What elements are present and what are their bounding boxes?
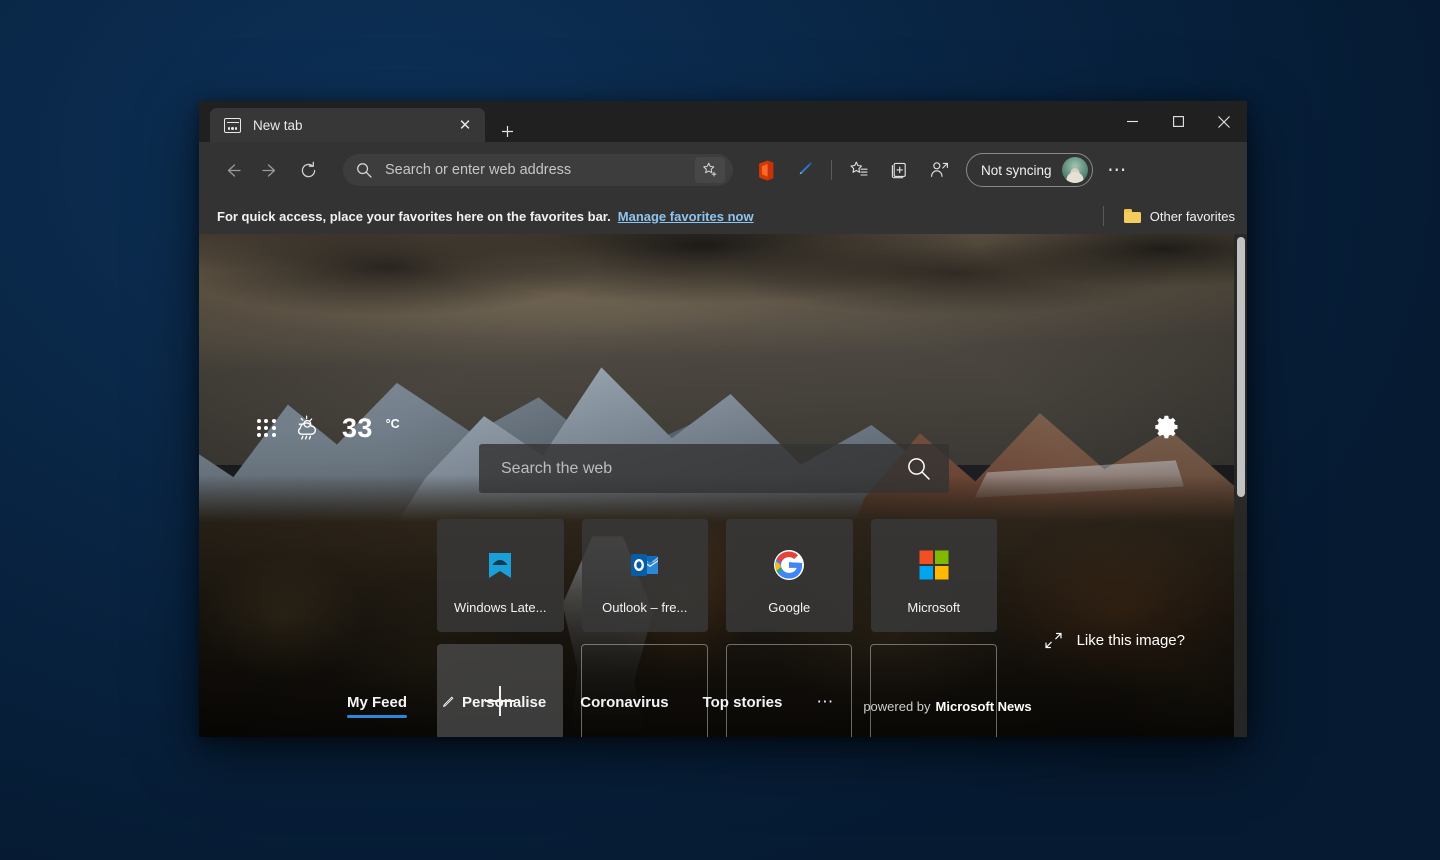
like-image-label: Like this image? (1077, 632, 1185, 649)
outlook-icon (628, 548, 662, 582)
search-icon (356, 162, 374, 178)
gear-icon[interactable] (1153, 413, 1181, 441)
feed-tab-label: My Feed (347, 694, 407, 711)
maximize-icon[interactable] (1155, 101, 1201, 142)
expand-diagonal-icon (1044, 631, 1063, 650)
powered-by-prefix: powered by (863, 699, 930, 714)
favorites-divider (1103, 206, 1104, 226)
shortcut-tile[interactable]: Outlook – fre... (582, 519, 709, 632)
feed-tab-my-feed[interactable]: My Feed (347, 694, 407, 718)
google-icon (772, 548, 806, 582)
tab-title: New tab (241, 118, 451, 133)
web-search-input[interactable]: Search the web (501, 460, 906, 478)
pencil-icon (441, 696, 454, 709)
title-bar: New tab ✕ (199, 101, 1247, 142)
feed-tab-label: Top stories (703, 694, 783, 711)
window-controls (1109, 101, 1247, 142)
shortcut-tile-label: Outlook – fre... (602, 600, 687, 615)
weather-widget[interactable]: 33 °C (257, 414, 400, 442)
shortcut-tile[interactable]: Microsoft (871, 519, 998, 632)
collections-icon[interactable] (882, 153, 916, 187)
pen-highlighter-icon[interactable] (787, 153, 821, 187)
shortcut-tile-label: Windows Late... (454, 600, 547, 615)
scrollbar-thumb[interactable] (1237, 237, 1245, 497)
web-search-box[interactable]: Search the web (479, 444, 949, 493)
other-favorites-button[interactable]: Other favorites (1118, 206, 1241, 227)
powered-by-brand: Microsoft News (936, 699, 1032, 714)
favorites-hint: For quick access, place your favorites h… (217, 209, 611, 224)
refresh-button[interactable] (289, 151, 327, 189)
address-bar[interactable]: Search or enter web address (343, 154, 733, 186)
favorites-star-list-icon[interactable] (842, 153, 876, 187)
browser-tab[interactable]: New tab ✕ (210, 108, 485, 142)
manage-favorites-link[interactable]: Manage favorites now (618, 209, 754, 224)
feed-more-icon[interactable]: ⋯ (816, 692, 835, 712)
newtab-icon (224, 117, 241, 134)
weather-unit: °C (386, 417, 400, 431)
shortcut-tile[interactable]: Google (726, 519, 853, 632)
sun-rain-cloud-icon (298, 414, 329, 442)
feed-tab-personalise[interactable]: Personalise (441, 694, 546, 718)
forward-button[interactable] (251, 151, 289, 189)
grid-dots-icon[interactable] (257, 419, 276, 438)
close-icon[interactable]: ✕ (451, 112, 479, 138)
feed-tab-label: Personalise (462, 694, 546, 711)
feed-tab-coronavirus[interactable]: Coronavirus (580, 694, 668, 718)
avatar[interactable] (1062, 157, 1088, 183)
vertical-scrollbar[interactable] (1234, 234, 1247, 737)
microsoft-icon (917, 548, 951, 582)
browser-toolbar: Search or enter web address (199, 142, 1247, 198)
new-tab-button[interactable] (494, 118, 520, 144)
profile-share-icon[interactable] (922, 153, 956, 187)
browser-window: New tab ✕ (199, 101, 1247, 737)
shortcut-tile-label: Google (768, 600, 810, 615)
like-image-button[interactable]: Like this image? (1044, 631, 1185, 650)
favorites-bar: For quick access, place your favorites h… (199, 198, 1247, 234)
shortcut-tile[interactable]: Windows Late... (437, 519, 564, 632)
feed-tab-top-stories[interactable]: Top stories (703, 694, 783, 718)
shortcut-tile-label: Microsoft (907, 600, 960, 615)
star-add-icon[interactable] (695, 157, 725, 183)
powered-by-label: powered by Microsoft News (863, 699, 1031, 714)
office-icon[interactable] (747, 153, 781, 187)
minimize-icon[interactable] (1109, 101, 1155, 142)
other-favorites-label: Other favorites (1150, 209, 1235, 224)
window-close-icon[interactable] (1201, 101, 1247, 142)
new-tab-page: 33 °C Search the web (199, 234, 1247, 737)
address-input[interactable]: Search or enter web address (374, 162, 695, 178)
toolbar-divider (831, 160, 832, 180)
back-button[interactable] (213, 151, 251, 189)
feed-navigation: My Feed Personalise Coronavirus Top stor… (199, 689, 1247, 723)
sync-status-label: Not syncing (981, 163, 1052, 178)
search-icon[interactable] (906, 456, 931, 481)
windows-latest-icon (483, 548, 517, 582)
weather-temperature: 33 (342, 415, 373, 442)
feed-tab-label: Coronavirus (580, 694, 668, 711)
folder-icon (1124, 209, 1141, 223)
sync-status-button[interactable]: Not syncing (966, 153, 1093, 187)
more-horizontal-icon[interactable]: ⋯ (1101, 153, 1135, 187)
